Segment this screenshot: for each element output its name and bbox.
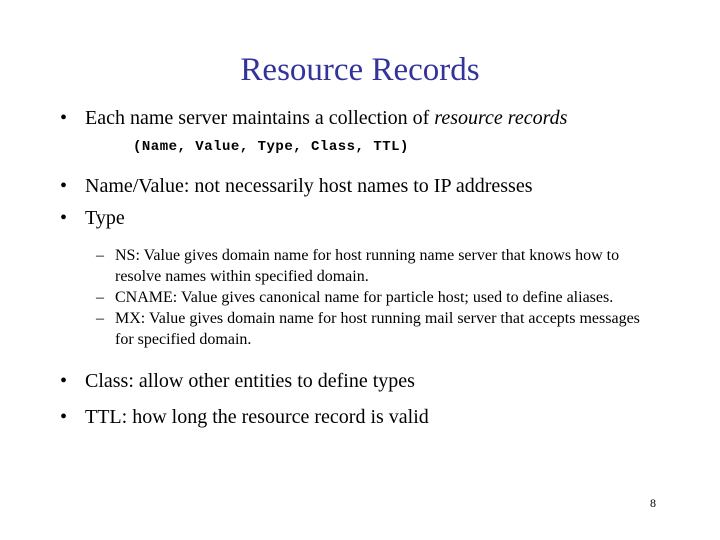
dash-marker-icon: – (96, 310, 104, 327)
list-item: • Name/Value: not necessarily host names … (0, 173, 720, 199)
bullet-text: CNAME: Value gives canonical name for pa… (115, 289, 614, 306)
list-item: • Class: allow other entities to define t… (0, 368, 720, 394)
bullet-marker-icon: • (60, 175, 68, 197)
page-number: 8 (650, 496, 656, 510)
list-item: • Type (0, 205, 720, 231)
slide-canvas: Resource Records • Each name server maint… (0, 0, 720, 540)
list-item: • Each name server maintains a collection… (0, 105, 720, 131)
bullet-text: Class: allow other entities to define ty… (85, 370, 415, 392)
bullet-text: MX: Value gives domain name for host run… (115, 310, 640, 348)
bullet-marker-icon: • (60, 370, 68, 392)
bullet-text: TTL: how long the resource record is val… (85, 406, 429, 428)
bullet-text: NS: Value gives domain name for host run… (115, 247, 620, 285)
bullet-text: Type (85, 207, 125, 229)
bullet-text: Name/Value: not necessarily host names t… (85, 175, 533, 197)
list-item: • TTL: how long the resource record is va… (0, 404, 720, 430)
bullet-marker-icon: • (60, 406, 68, 428)
page-title: Resource Records (240, 52, 480, 88)
bullet-marker-icon: • (60, 107, 68, 129)
bullet-text: Each name server maintains a collection … (85, 107, 435, 129)
record-tuple-line: (Name, Value, Type, Class, TTL) (133, 139, 409, 155)
bullet-marker-icon: • (60, 207, 68, 229)
dash-marker-icon: – (96, 289, 104, 306)
list-item: – MX: Value gives domain name for host ru… (0, 308, 720, 350)
list-item: – CNAME: Value gives canonical name for p… (0, 287, 720, 308)
dash-marker-icon: – (96, 247, 104, 264)
bullet-text-emphasis: resource records (434, 107, 568, 129)
slide-body: • Each name server maintains a collection… (0, 105, 720, 430)
list-item: – NS: Value gives domain name for host ru… (0, 245, 720, 287)
